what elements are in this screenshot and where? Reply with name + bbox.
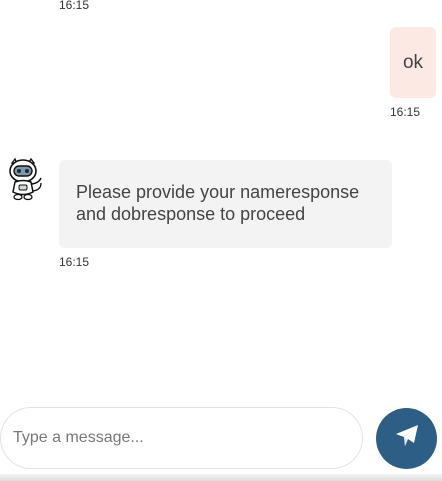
robot-avatar-icon	[6, 157, 44, 201]
message-input-container	[0, 407, 363, 469]
user-message-bubble: ok	[390, 27, 436, 98]
user-message-text: ok	[402, 51, 424, 73]
message-timestamp: 16:15	[59, 0, 90, 12]
bot-message-text: Please provide your nameresponse and dob…	[76, 182, 360, 224]
chat-window: 16:15 ok 16:15 Please provide your namer…	[0, 0, 442, 481]
paper-plane-icon	[395, 424, 419, 453]
message-timestamp: 16:15	[390, 105, 421, 119]
send-button[interactable]	[376, 408, 437, 469]
message-input[interactable]	[13, 408, 343, 468]
bot-message-bubble: Please provide your nameresponse and dob…	[59, 160, 392, 248]
message-timestamp: 16:15	[59, 255, 90, 269]
window-bottom-edge	[0, 474, 442, 481]
